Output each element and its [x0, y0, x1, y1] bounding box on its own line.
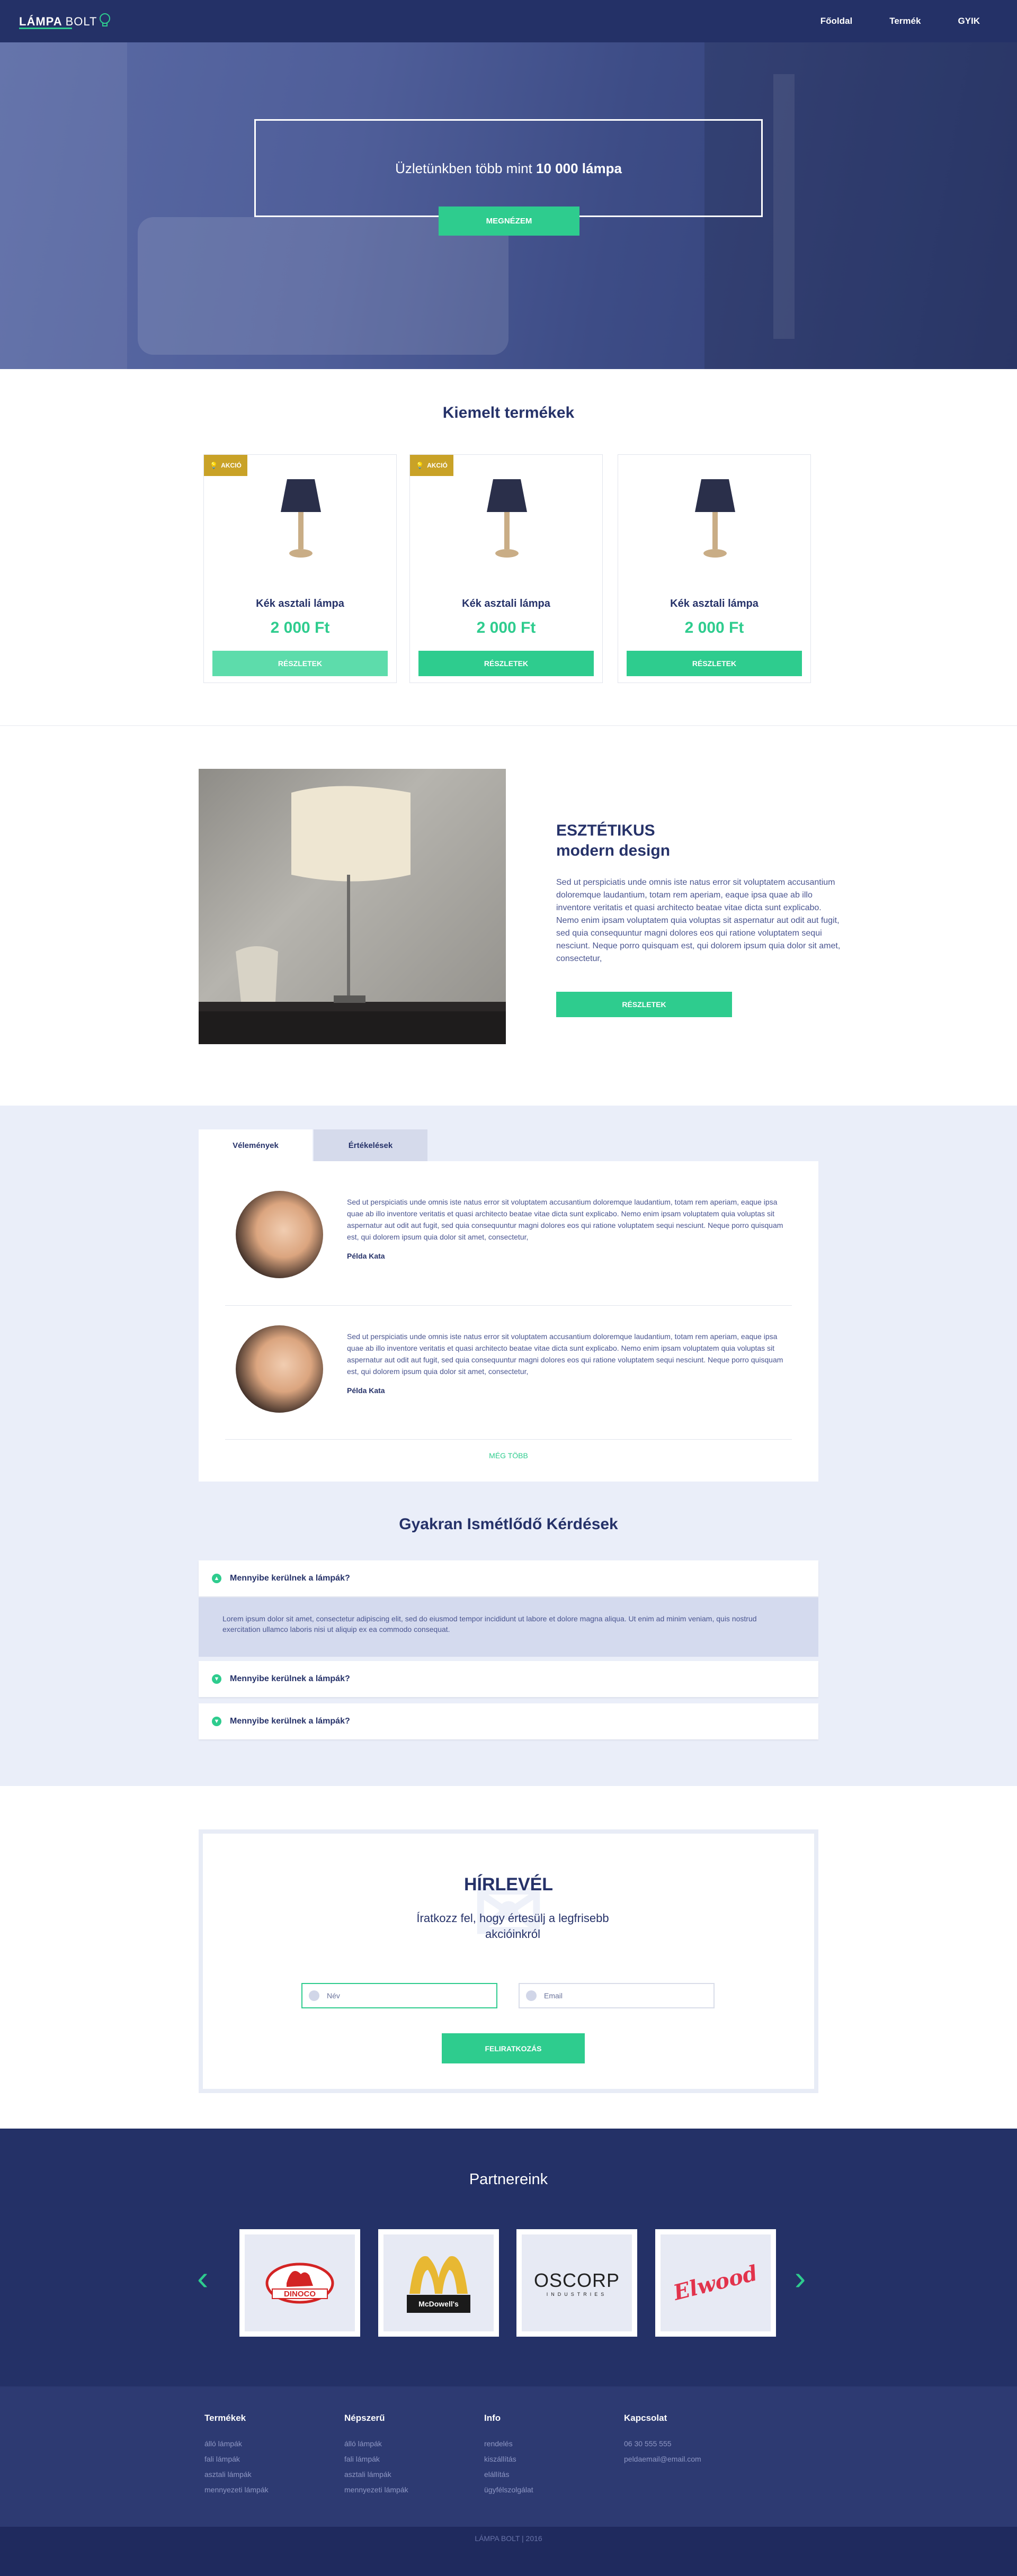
footer-link[interactable]: elállítás: [484, 2467, 533, 2482]
newsletter-box: ✉ HÍRLEVÉL Íratkozz fel, hogy értesülj a…: [199, 1829, 818, 2093]
avatar: [236, 1325, 323, 1413]
more-reviews-link[interactable]: MÉG TÖBB: [199, 1451, 818, 1460]
lightbulb-icon: [100, 13, 111, 26]
partners-title: Partnereink: [469, 2171, 548, 2188]
footer-column-products: Termékek álló lámpák fali lámpák asztali…: [204, 2413, 269, 2498]
footer-link[interactable]: kiszállítás: [484, 2452, 533, 2467]
newsletter-title: HÍRLEVÉL: [463, 1874, 554, 1895]
lamp-image: [695, 479, 735, 558]
product-card[interactable]: 💡 AKCIÓ Kék asztali lámpa 2 000 Ft RÉSZLE…: [409, 454, 603, 683]
chevron-right-icon[interactable]: ›: [795, 2258, 806, 2297]
section-divider: [0, 725, 1017, 726]
product-price: 2 000 Ft: [684, 619, 744, 636]
svg-text:DINOCO: DINOCO: [284, 2290, 316, 2299]
partner-logo-oscorp[interactable]: OSCORP INDUSTRIES: [516, 2229, 637, 2337]
faq-question[interactable]: ▼ Mennyibe kerülnek a lámpák?: [199, 1661, 818, 1697]
review-text: Sed ut perspiciatis unde omnis iste natu…: [347, 1198, 783, 1241]
footer-link[interactable]: mennyezeti lámpák: [204, 2482, 269, 2498]
sale-badge: 💡 AKCIÓ: [410, 455, 453, 476]
review-divider: [225, 1439, 792, 1440]
product-card[interactable]: 💡 AKCIÓ Kék asztali lámpa 2 000 Ft RÉSZLE…: [203, 454, 397, 683]
review-text: Sed ut perspiciatis unde omnis iste natu…: [347, 1332, 783, 1376]
logo-underline: [19, 28, 72, 29]
site-logo[interactable]: LÁMPA BOLT: [19, 13, 111, 29]
chevron-down-icon: ▼: [212, 1674, 221, 1684]
footer-link[interactable]: asztali lámpák: [204, 2467, 269, 2482]
partner-logo-dinoco[interactable]: DINOCO: [239, 2229, 360, 2337]
reviews-panel: Sed ut perspiciatis unde omnis iste natu…: [199, 1161, 818, 1482]
footer-link[interactable]: mennyezeti lámpák: [344, 2482, 408, 2498]
copyright: LÁMPA BOLT | 2016: [0, 2527, 1017, 2576]
review-divider: [225, 1305, 792, 1306]
chevron-down-icon: ▼: [212, 1717, 221, 1726]
nav-faq[interactable]: GYIK: [958, 16, 980, 26]
hero-banner: Üzletünkben több mint 10 000 lámpa MEGNÉ…: [0, 42, 1017, 369]
footer-column-info: Info rendelés kiszállítás elállítás ügyf…: [484, 2413, 533, 2498]
faq-question[interactable]: ▼ Mennyibe kerülnek a lámpák?: [199, 1703, 818, 1739]
lamp-photo: [199, 769, 506, 1044]
sale-badge: 💡 AKCIÓ: [204, 455, 247, 476]
review-author: Példa Kata: [347, 1386, 385, 1395]
view-button[interactable]: MEGNÉZEM: [439, 207, 579, 236]
email-field[interactable]: Email: [519, 1983, 715, 2008]
mail-icon: [526, 1990, 537, 2001]
footer-phone[interactable]: 06 30 555 555: [624, 2436, 701, 2452]
design-title: ESZTÉTIKUS modern design: [556, 822, 671, 859]
avatar: [236, 1191, 323, 1278]
footer-column-popular: Népszerű álló lámpák fali lámpák asztali…: [344, 2413, 408, 2498]
logo-bold-text: LÁMPA: [19, 15, 63, 28]
chevron-left-icon[interactable]: ‹: [197, 2258, 208, 2297]
partner-logo-mcdowells[interactable]: McDowell's: [378, 2229, 499, 2337]
lightbulb-icon: 💡: [416, 462, 424, 469]
newsletter-subtitle: Íratkozz fel, hogy értesülj a legfrisebb…: [416, 1911, 609, 1941]
site-header: LÁMPA BOLT Főoldal Termék GYIK: [0, 0, 1017, 42]
footer-link[interactable]: asztali lámpák: [344, 2467, 408, 2482]
footer-link[interactable]: álló lámpák: [204, 2436, 269, 2452]
product-name: Kék asztali lámpa: [256, 598, 344, 609]
product-price: 2 000 Ft: [270, 619, 330, 636]
tab-reviews[interactable]: Vélemények: [199, 1129, 313, 1161]
footer-link[interactable]: álló lámpák: [344, 2436, 408, 2452]
faq-title: Gyakran Ismétlődő Kérdések: [399, 1515, 618, 1533]
main-nav: Főoldal Termék GYIK: [783, 16, 980, 26]
design-description: Sed ut perspiciatis unde omnis iste natu…: [556, 878, 841, 963]
nav-product[interactable]: Termék: [889, 16, 921, 26]
details-button[interactable]: RÉSZLETEK: [556, 992, 732, 1017]
logo-light-text: BOLT: [65, 15, 97, 28]
footer-link[interactable]: fali lámpák: [344, 2452, 408, 2467]
svg-text:McDowell's: McDowell's: [418, 2300, 459, 2308]
site-footer: Termékek álló lámpák fali lámpák asztali…: [0, 2386, 1017, 2527]
nav-home[interactable]: Főoldal: [820, 16, 852, 26]
details-button[interactable]: RÉSZLETEK: [627, 651, 802, 676]
hero-box: Üzletünkben több mint 10 000 lámpa MEGNÉ…: [254, 119, 763, 236]
faq-question-expanded[interactable]: ▲ Mennyibe kerülnek a lámpák?: [199, 1560, 818, 1596]
footer-link[interactable]: ügyfélszolgálat: [484, 2482, 533, 2498]
user-icon: [309, 1990, 319, 2001]
hero-headline: Üzletünkben több mint 10 000 lámpa: [395, 160, 622, 176]
partner-logo-elwood[interactable]: Elwood: [655, 2229, 776, 2337]
footer-email[interactable]: peldaemail@email.com: [624, 2452, 701, 2467]
subscribe-button[interactable]: FELIRATKOZÁS: [442, 2033, 585, 2063]
review-author: Példa Kata: [347, 1252, 385, 1260]
product-name: Kék asztali lámpa: [670, 598, 759, 609]
details-button[interactable]: RÉSZLETEK: [418, 651, 594, 676]
lamp-image: [281, 479, 321, 558]
lamp-image: [487, 479, 527, 558]
featured-title: Kiemelt termékek: [442, 404, 575, 421]
footer-column-contact: Kapcsolat 06 30 555 555 peldaemail@email…: [624, 2413, 701, 2467]
faq-answer: Lorem ipsum dolor sit amet, consectetur …: [199, 1597, 818, 1657]
product-name: Kék asztali lámpa: [462, 598, 550, 609]
footer-link[interactable]: fali lámpák: [204, 2452, 269, 2467]
partners-section: Partnereink ‹ › DINOCO McDowell's OSCORP…: [0, 2129, 1017, 2388]
chevron-up-icon: ▲: [212, 1574, 221, 1583]
tab-ratings[interactable]: Értékelések: [314, 1129, 427, 1161]
product-price: 2 000 Ft: [476, 619, 536, 636]
product-card[interactable]: Kék asztali lámpa 2 000 Ft RÉSZLETEK: [618, 454, 811, 683]
name-field[interactable]: Név: [301, 1983, 497, 2008]
lightbulb-icon: 💡: [210, 462, 218, 469]
footer-link[interactable]: rendelés: [484, 2436, 533, 2452]
details-button[interactable]: RÉSZLETEK: [212, 651, 388, 676]
